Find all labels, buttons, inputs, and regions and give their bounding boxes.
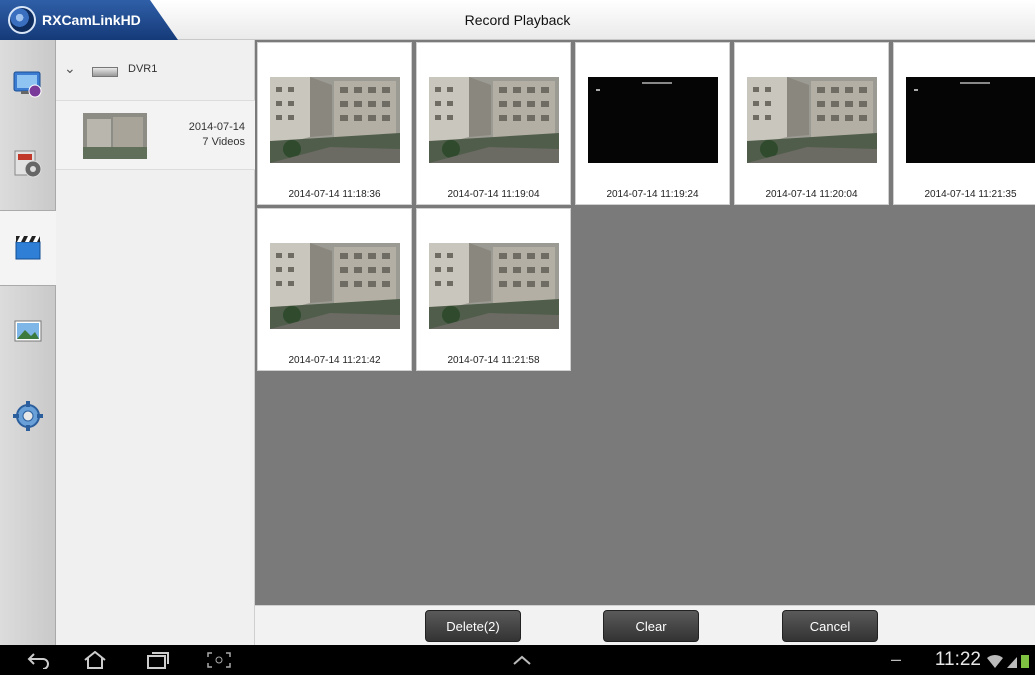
recent-apps-icon[interactable] (145, 651, 171, 674)
cancel-button[interactable]: Cancel (782, 610, 878, 642)
wifi-signal-battery-icon (987, 654, 1029, 668)
device-tree: ⌄ DVR1 2014-07-14 7 Videos (56, 40, 255, 645)
video-tile[interactable]: 2014-07-14 11:19:04 (416, 42, 571, 205)
rail-item-settings[interactable] (0, 378, 56, 454)
record-playback-icon (11, 231, 45, 265)
back-icon[interactable] (26, 651, 52, 674)
video-thumbnail (429, 77, 559, 163)
notification-dash: – (890, 649, 901, 669)
status-icons (985, 653, 1031, 674)
status-clock: 11:22 (934, 649, 981, 670)
folder-date: 2014-07-14 (188, 121, 245, 133)
video-tile[interactable]: 2014-07-14 11:21:58 (416, 208, 571, 371)
video-thumbnail (270, 243, 400, 329)
video-timestamp: 2014-07-14 11:21:58 (447, 355, 540, 366)
video-timestamp: 2014-07-14 11:21:42 (288, 355, 381, 366)
video-tile[interactable]: 2014-07-14 11:21:42 (257, 208, 412, 371)
video-timestamp: 2014-07-14 11:20:04 (765, 189, 858, 200)
video-grid: 2014-07-14 11:18:36 2014-07-14 11:19:04 20… (255, 40, 1035, 605)
settings-icon (11, 399, 45, 433)
page-title: Record Playback (464, 12, 571, 28)
date-folder-item[interactable]: 2014-07-14 7 Videos (56, 100, 255, 170)
chevron-down-icon[interactable]: ⌄ (64, 60, 76, 77)
remote-playback-icon (11, 147, 45, 181)
video-thumbnail-black (588, 77, 718, 163)
rail-item-live-view[interactable] (0, 46, 56, 122)
clear-button[interactable]: Clear (603, 610, 699, 642)
folder-video-count: 7 Videos (202, 136, 245, 148)
live-view-icon (11, 67, 45, 101)
rail-item-record-playback[interactable] (0, 210, 56, 286)
rail-item-image-gallery[interactable] (0, 294, 56, 370)
device-node[interactable]: ⌄ DVR1 (56, 40, 255, 100)
video-timestamp: 2014-07-14 11:19:24 (606, 189, 699, 200)
video-thumbnail (747, 77, 877, 163)
system-nav-bar: – 11:22 (0, 645, 1035, 675)
nav-rail (0, 40, 56, 645)
video-timestamp: 2014-07-14 11:18:36 (288, 189, 381, 200)
video-thumbnail (270, 77, 400, 163)
video-tile[interactable]: 2014-07-14 11:20:04 (734, 42, 889, 205)
chevron-up-icon[interactable] (509, 651, 535, 674)
video-tile[interactable]: 2014-07-14 11:19:24 (575, 42, 730, 205)
video-timestamp: 2014-07-14 11:19:04 (447, 189, 540, 200)
action-bar: Delete(2) Clear Cancel (255, 605, 1035, 645)
home-icon[interactable] (82, 650, 108, 674)
screenshot-icon[interactable] (206, 651, 232, 674)
video-thumbnail-black (906, 77, 1035, 163)
video-tile[interactable]: 2014-07-14 11:21:35 (893, 42, 1035, 205)
date-thumbnail (83, 113, 147, 159)
rail-item-remote-playback[interactable] (0, 126, 56, 202)
video-thumbnail (429, 243, 559, 329)
video-tile[interactable]: 2014-07-14 11:18:36 (257, 42, 412, 205)
video-timestamp: 2014-07-14 11:21:35 (924, 189, 1017, 200)
delete-button[interactable]: Delete(2) (425, 610, 521, 642)
dvr-icon (92, 67, 118, 77)
image-gallery-icon (11, 315, 45, 349)
title-bar: RXCamLinkHD Record Playback (0, 0, 1035, 40)
device-name: DVR1 (128, 63, 158, 75)
